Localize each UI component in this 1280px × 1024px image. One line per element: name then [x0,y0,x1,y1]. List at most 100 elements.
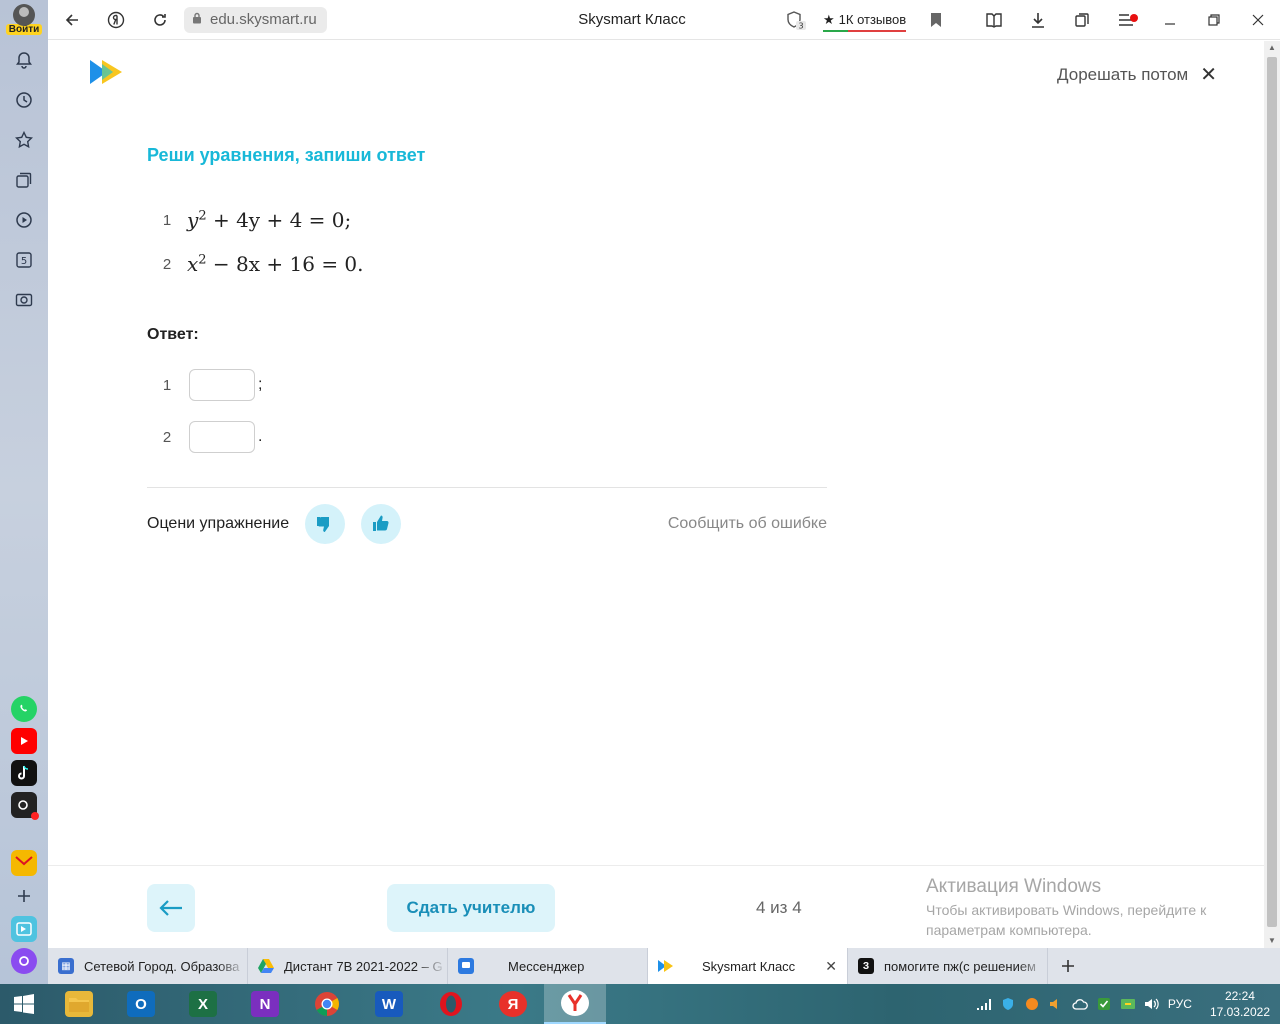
menu-icon[interactable] [1104,4,1148,36]
collections-icon[interactable] [4,160,44,200]
add-icon[interactable] [4,879,44,913]
volume-icon[interactable] [1144,996,1160,1012]
youtube-icon[interactable] [11,728,37,754]
word-icon[interactable]: W [358,984,420,1024]
tab-label: Мессенджер [508,958,585,974]
rating-row: Оцени упражнение Сообщить об ошибке [147,504,827,544]
progress-counter: 4 из 4 [756,898,802,917]
mail-icon[interactable] [11,850,37,876]
star-icon[interactable] [4,120,44,160]
submit-to-teacher-button[interactable]: Сдать учителю [387,884,555,932]
reviews-button[interactable]: ★ 1К отзывов [823,11,907,32]
chrome-icon[interactable] [296,984,358,1024]
device-icon[interactable] [1120,996,1136,1012]
previous-button[interactable] [147,884,195,932]
answer-row: 1 ; [147,360,827,410]
check-icon[interactable] [1096,996,1112,1012]
equation-rest: + 4y + 4 = 0; [212,208,352,232]
tab-close-icon[interactable]: ✕ [825,958,837,975]
reader-icon[interactable] [972,4,1016,36]
play-icon[interactable] [4,200,44,240]
tab-google-drive[interactable]: Дистант 7В 2021-2022 – G [248,948,448,984]
scroll-down-icon[interactable]: ▼ [1264,934,1280,948]
speaker-small-icon[interactable] [1048,996,1064,1012]
grid-favicon-icon: ▦ [58,958,74,974]
onenote-icon[interactable]: N [234,984,296,1024]
equation: x2 − 8x + 16 = 0. [187,252,364,276]
download-icon[interactable] [1016,4,1060,36]
back-arrow-icon[interactable] [56,4,88,36]
yandex-app-icon[interactable]: Я [482,984,544,1024]
protect-icon[interactable]: 3 [780,4,812,36]
bell-icon[interactable] [4,40,44,80]
profile-login[interactable]: Войти [5,4,43,40]
page-title: Skysmart Класс [578,11,686,28]
cloud-icon[interactable] [1072,996,1088,1012]
windows-start-button[interactable] [0,984,48,1024]
answer-row: 2 . [147,412,827,462]
network-icon[interactable] [976,996,992,1012]
outlook-icon[interactable]: O [110,984,172,1024]
menu-notification-dot [1130,14,1138,22]
answer-number: 1 [162,376,172,394]
tab-messenger[interactable]: Мессенджер [448,948,648,984]
close-window-icon[interactable] [1236,4,1280,36]
vertical-scrollbar[interactable]: ▲ ▼ [1264,41,1280,948]
avast-icon[interactable] [1024,996,1040,1012]
url-text: edu.skysmart.ru [210,11,317,28]
new-tab-button[interactable] [1048,948,1088,984]
scrollbar-thumb[interactable] [1267,57,1277,927]
answer-input[interactable] [189,421,255,453]
equation-exponent: 2 [198,208,207,224]
plus-icon [1062,960,1074,972]
rate-label: Оцени упражнение [147,515,290,532]
skysmart-logo[interactable] [89,58,123,86]
language-indicator[interactable]: РУС [1168,997,1192,1011]
yandex-browser-icon[interactable] [544,984,606,1024]
scroll-up-icon[interactable]: ▲ [1264,41,1280,55]
history-icon[interactable] [4,80,44,120]
tabs-icon[interactable] [1060,4,1104,36]
whatsapp-icon[interactable] [11,696,37,722]
notification-dot [31,812,39,820]
windows-taskbar: O X N W Я РУС 22:24 17.03.2022 [0,984,1280,1024]
clock[interactable]: 22:24 17.03.2022 [1210,988,1270,1020]
address-bar[interactable]: edu.skysmart.ru [184,6,327,33]
shield-check-icon[interactable] [1000,996,1016,1012]
star-rating-icon: ★ [823,11,835,27]
tab-znanija[interactable]: З помогите пж(с решением [848,948,1048,984]
panel-icon[interactable] [11,916,37,942]
system-tray: РУС 22:24 17.03.2022 [976,988,1280,1020]
activation-title: Активация Windows [926,876,1102,897]
solve-later-button[interactable]: Дорешать потом ✕ [1057,62,1217,87]
tab-skysmart[interactable]: Skysmart Класс ✕ [648,948,848,984]
alice-icon[interactable] [11,948,37,974]
windows-activation-watermark: Активация Windows Чтобы активировать Win… [926,876,1256,940]
tab-fade [217,948,247,984]
thumbs-up-icon [373,515,389,531]
tab-setevoy-gorod[interactable]: ▦ Сетевой Город. Образова [48,948,248,984]
znanija-favicon-icon: З [858,958,874,974]
thumbs-down-button[interactable] [305,504,346,544]
browser-sidebar: Войти 5 [0,0,48,984]
minimize-icon[interactable] [1148,4,1192,36]
close-icon[interactable]: ✕ [1200,62,1217,87]
five-icon[interactable]: 5 [4,240,44,280]
opera-icon[interactable] [420,984,482,1024]
explorer-icon[interactable] [48,984,110,1024]
answer-input[interactable] [189,369,255,401]
screenshot-icon[interactable] [4,280,44,320]
restore-icon[interactable] [1192,4,1236,36]
bookmark-icon[interactable] [920,4,952,36]
messenger-favicon-icon [458,958,474,974]
windows-logo-icon [14,994,34,1014]
equation-variable: x [187,252,199,276]
media-app-icon[interactable] [11,792,39,820]
excel-icon[interactable]: X [172,984,234,1024]
reload-icon[interactable] [144,4,176,36]
arrow-left-icon [159,900,182,916]
report-error-link[interactable]: Сообщить об ошибке [668,515,827,533]
tiktok-icon[interactable] [11,760,37,786]
thumbs-up-button[interactable] [361,504,402,544]
yandex-icon[interactable] [100,4,132,36]
